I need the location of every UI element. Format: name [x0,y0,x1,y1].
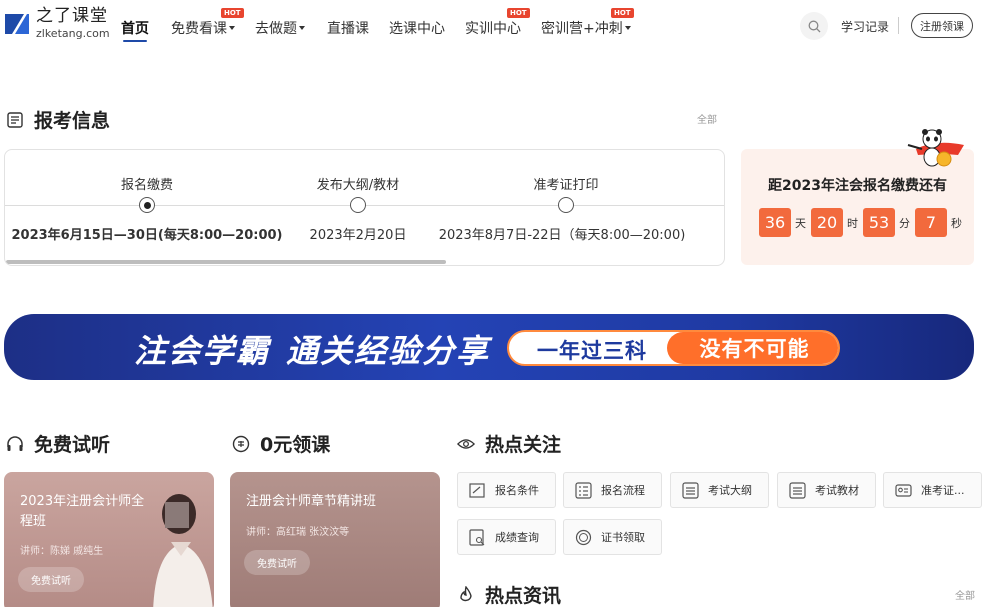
timeline-step-date: 2023年6月15日—30日(每天8:00—20:00) [11,228,283,243]
nav-home[interactable]: 首页 [121,18,149,42]
form-edit-icon [469,482,485,498]
zero-yuan-heading: 0元领课 [232,430,330,457]
days-unit: 天 [795,216,806,230]
list-icon [575,481,592,499]
course-teacher: 讲师：陈娣 戚纯生 [20,546,104,557]
timeline-step-label: 报名缴费 [120,178,174,193]
course-title: 2023年注册会计师全程班 [20,494,145,529]
exam-info-heading: 报考信息 [6,106,110,133]
exam-info-more-link[interactable]: 全部 [697,111,717,126]
hot-badge: HOT [611,8,634,18]
free-trial-button[interactable]: 免费试听 [18,567,84,592]
logo-name: 之了课堂 [36,6,108,26]
nav-course-center[interactable]: 选课中心 [389,18,445,38]
course-card[interactable]: 注册会计师章节精讲班 讲师：高红瑞 张汶汶等 免费试听 [230,472,440,607]
caret-down-icon [299,26,305,30]
free-trial-heading: 免费试听 [6,430,110,457]
topic-registration-conditions[interactable]: 报名条件 [457,472,556,508]
search-document-icon [469,528,485,546]
topic-label: 证书领取 [601,531,645,544]
section-title: 热点关注 [485,434,562,456]
hot-badge: HOT [221,8,244,18]
course-title: 注册会计师章节精讲班 [246,494,377,509]
document-icon [682,481,699,499]
free-coupon-icon [232,435,250,453]
topic-label: 考试大纲 [708,484,752,497]
banner-pill-right: 没有不可能 [667,332,838,364]
topic-certificate-pickup[interactable]: 证书领取 [563,519,662,555]
countdown-seconds: 7 [915,208,947,237]
flame-icon [457,585,475,604]
countdown-timer: 36 天 20 时 53 分 7秒 [759,208,967,237]
countdown-days: 36 [759,208,791,237]
course-teacher: 讲师：高红瑞 张汶汶等 [246,527,350,538]
topic-registration-process[interactable]: 报名流程 [563,472,662,508]
search-icon [808,20,820,32]
eye-icon [457,435,475,453]
promo-banner[interactable]: 注会学霸 通关经验分享 一年过三科 没有不可能 [4,314,974,380]
nav-live[interactable]: 直播课 [327,18,369,38]
free-trial-button[interactable]: 免费试听 [244,550,310,575]
course-card[interactable]: 2023年注册会计师全程班 讲师：陈娣 戚纯生 免费试听 [4,472,214,607]
topic-label: 报名流程 [601,484,645,497]
teacher-photo [153,494,213,607]
exam-timeline-card: 报名缴费 2023年6月15日—30日(每天8:00—20:00) 发布大纲/教… [4,149,725,266]
nav-free-courses[interactable]: HOT 免费看课 [171,8,244,38]
section-title: 免费试听 [34,434,111,456]
certificate-icon [575,529,592,545]
minutes-unit: 分 [899,216,910,230]
caret-down-icon [229,26,235,30]
study-record-link[interactable]: 学习记录 [841,18,889,35]
headphones-icon [6,435,24,453]
topic-label: 报名条件 [495,484,539,497]
horizontal-scrollbar[interactable] [6,260,446,264]
id-card-icon [895,483,912,497]
top-nav: 之了课堂 zlketang.com 首页 HOT 免费看课 去做题 直播课 选课… [0,0,1000,52]
topic-label: 准考证... [921,484,965,497]
banner-pill: 一年过三科 没有不可能 [507,330,840,366]
topic-label: 成绩查询 [495,531,539,544]
hot-news-more-link[interactable]: 全部 [955,587,975,602]
list-icon [6,111,24,129]
panda-mascot-icon [907,129,964,167]
section-title: 热点资讯 [485,585,562,607]
section-title: 0元领课 [260,434,331,456]
seconds-unit: 秒 [951,216,962,230]
hot-news-heading: 热点资讯 [457,581,561,607]
topic-score-inquiry[interactable]: 成绩查询 [457,519,556,555]
caret-down-icon [624,26,631,30]
nav-practice[interactable]: 去做题 [255,18,305,38]
countdown-minutes: 53 [863,208,895,237]
nav-intensive-camp[interactable]: HOT 密训营+冲刺 [541,8,634,38]
timeline-step-date: 2023年8月7日-22日（每天8:00—20:00) [438,228,686,243]
timeline-step-label: 发布大纲/教材 [316,178,400,193]
topic-exam-outline[interactable]: 考试大纲 [670,472,769,508]
banner-text-secondary: 通关经验分享 [286,332,491,370]
nav-training-center[interactable]: HOT 实训中心 [465,8,530,38]
search-button[interactable] [800,12,828,40]
hours-unit: 时 [847,216,858,230]
timeline-step-radio[interactable] [558,197,574,213]
logo-icon [5,13,29,34]
countdown-hours: 20 [811,208,843,237]
topic-label: 考试教材 [815,484,859,497]
site-logo[interactable]: 之了课堂 zlketang.com [4,8,110,39]
section-title: 报考信息 [34,110,111,132]
timeline-step-radio[interactable] [139,197,155,213]
register-button[interactable]: 注册领课 [911,13,973,38]
topic-exam-textbook[interactable]: 考试教材 [777,472,876,508]
hot-focus-heading: 热点关注 [457,430,561,457]
divider [898,17,899,34]
banner-text-primary: 注会学霸 [134,332,271,370]
logo-domain: zlketang.com [36,27,110,40]
hot-badge: HOT [507,8,530,18]
timeline-step-date: 2023年2月20日 [309,228,407,243]
topic-admission-ticket[interactable]: 准考证... [883,472,982,508]
countdown-title: 距2023年注会报名缴费还有 [768,178,947,194]
banner-pill-left: 一年过三科 [537,339,647,363]
timeline-step-label: 准考证打印 [533,178,599,193]
book-icon [789,481,806,499]
timeline-step-radio[interactable] [350,197,366,213]
